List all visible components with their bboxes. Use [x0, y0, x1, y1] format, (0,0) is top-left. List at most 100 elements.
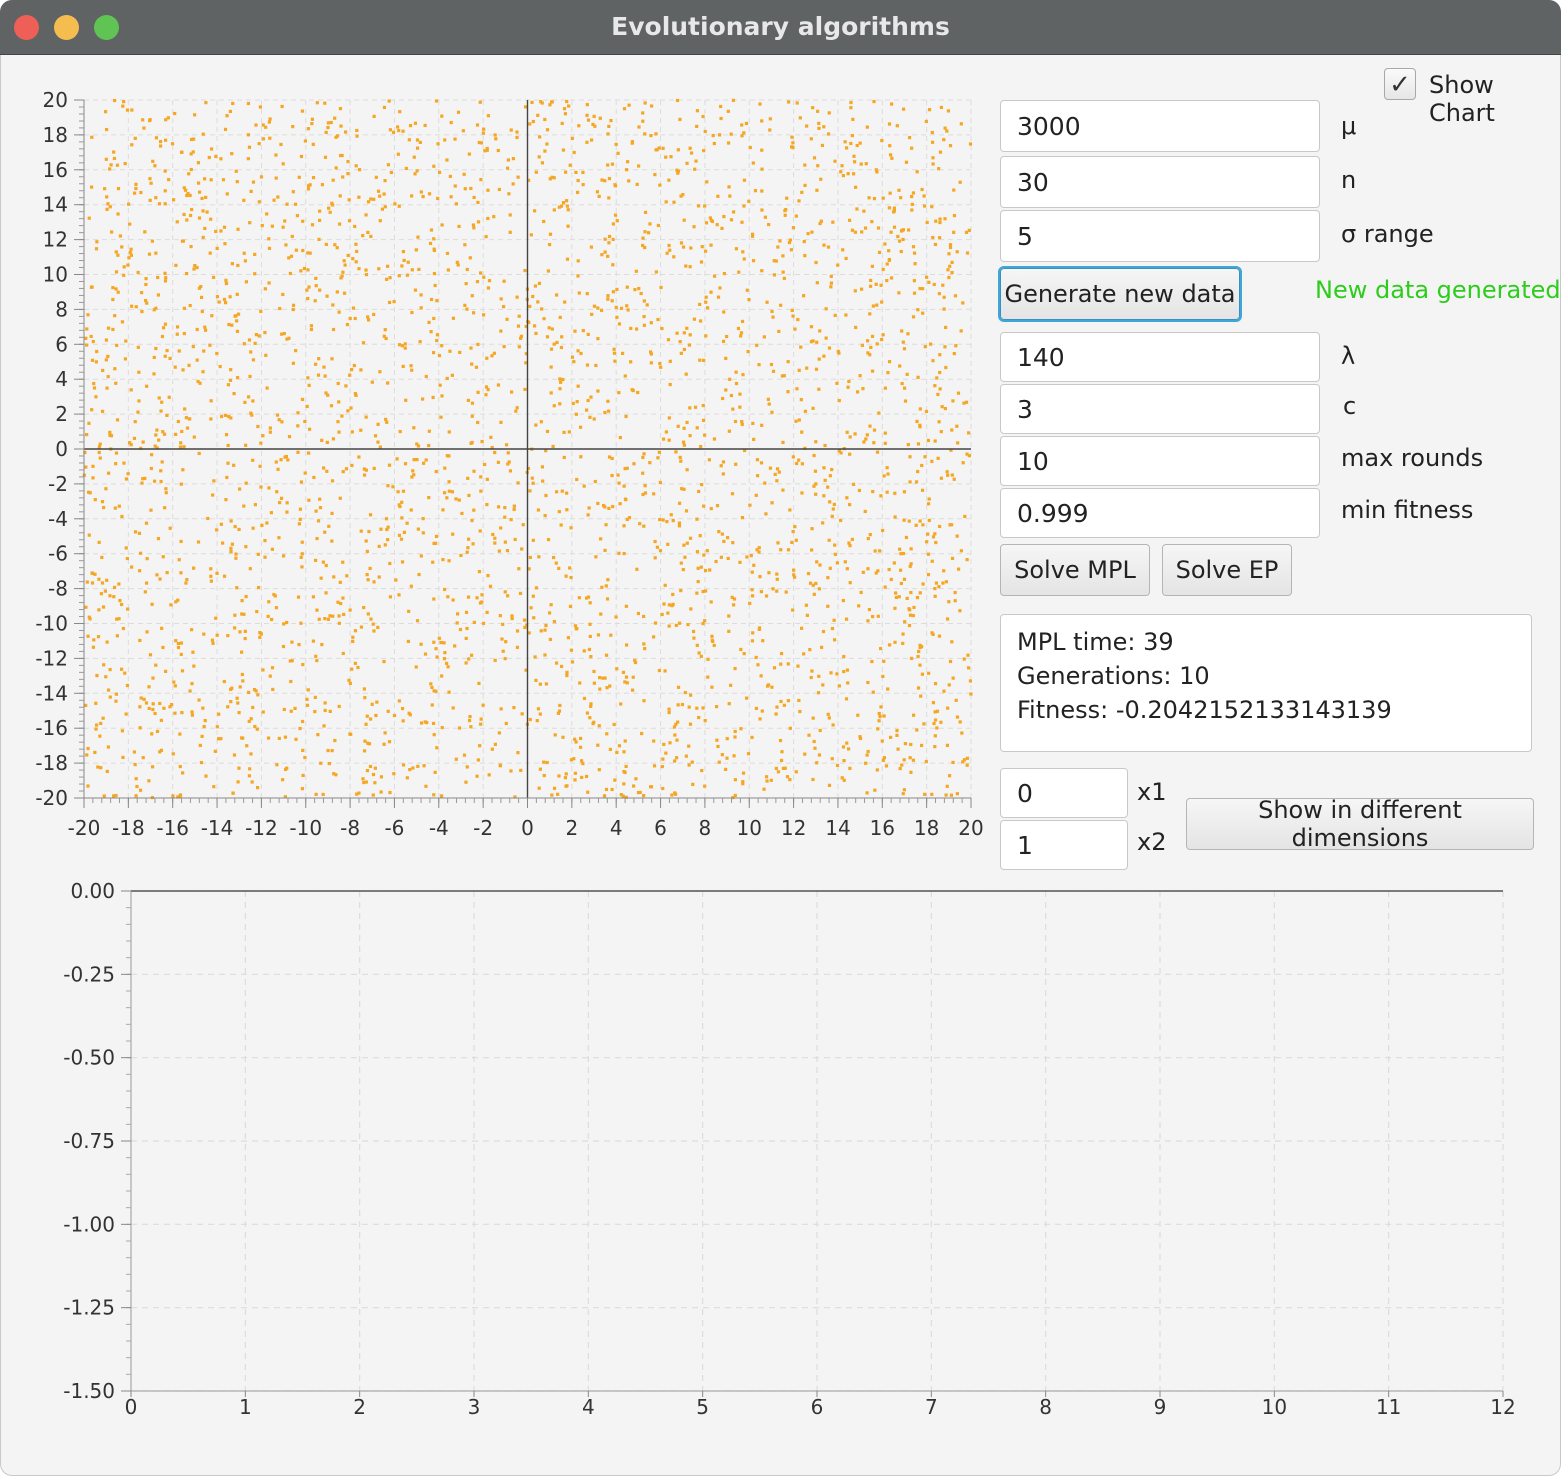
scatter-point [408, 713, 412, 717]
y-tick-label: -20 [35, 786, 68, 810]
scatter-point [776, 245, 780, 249]
min-fitness-input[interactable]: 0.999 [1000, 488, 1320, 538]
scatter-point [353, 392, 357, 396]
scatter-point [162, 432, 167, 436]
scatter-point [302, 266, 307, 271]
scatter-point [844, 256, 848, 261]
max-rounds-label: max rounds [1341, 444, 1484, 472]
scatter-point [371, 622, 375, 626]
scatter-point [348, 681, 352, 686]
scatter-point [913, 262, 917, 266]
scatter-point [409, 364, 413, 368]
scatter-point [379, 790, 383, 794]
scatter-point [289, 254, 294, 258]
scatter-point [656, 223, 661, 228]
x1-input[interactable]: 0 [1000, 768, 1128, 818]
scatter-point [531, 119, 535, 124]
scatter-point [348, 608, 352, 612]
scatter-point [440, 674, 444, 678]
scatter-point [396, 152, 400, 156]
scatter-point [546, 537, 551, 542]
scatter-point [108, 594, 112, 598]
scatter-point [330, 539, 334, 543]
scatter-point [475, 596, 479, 600]
scatter-point [851, 117, 855, 121]
scatter-point [622, 769, 626, 774]
scatter-point [432, 640, 436, 644]
scatter-point [253, 272, 257, 276]
scatter-point [937, 292, 941, 296]
scatter-point [268, 426, 272, 430]
scatter-point [464, 610, 469, 614]
scatter-point [846, 747, 851, 751]
scatter-point [597, 724, 601, 728]
scatter-point [249, 752, 253, 756]
scatter-point [946, 706, 950, 710]
scatter-point [927, 497, 931, 501]
scatter-point [147, 252, 152, 256]
generate-new-data-button[interactable]: Generate new data [1000, 268, 1240, 320]
scatter-point [907, 623, 912, 628]
scatter-point [432, 316, 436, 321]
scatter-point [925, 220, 929, 225]
sigma-range-input[interactable]: 5 [1000, 210, 1320, 262]
scatter-point [167, 395, 171, 399]
scatter-point [592, 720, 596, 724]
scatter-point [777, 470, 781, 474]
scatter-point [688, 434, 692, 438]
mu-input[interactable]: 3000 [1000, 100, 1320, 152]
scatter-point [918, 286, 922, 291]
scatter-point [225, 192, 229, 196]
scatter-point [572, 360, 576, 364]
scatter-point [595, 190, 600, 194]
scatter-point [445, 251, 450, 255]
scatter-point [440, 344, 444, 348]
solve-ep-button[interactable]: Solve EP [1162, 544, 1292, 596]
scatter-point [668, 359, 672, 363]
scatter-point [717, 760, 721, 764]
scatter-point [719, 464, 723, 468]
scatter-point [214, 616, 218, 620]
scatter-point [764, 512, 768, 516]
scatter-point [585, 408, 589, 412]
scatter-point [103, 187, 107, 191]
scatter-point [603, 410, 607, 415]
scatter-point [531, 538, 535, 542]
scatter-point [806, 571, 811, 576]
scatter-point [706, 675, 710, 679]
x2-input[interactable]: 1 [1000, 820, 1128, 870]
scatter-point [658, 183, 662, 187]
scatter-point [805, 613, 809, 617]
lambda-input[interactable]: 140 [1000, 332, 1320, 382]
scatter-point [364, 468, 368, 472]
n-input[interactable]: 30 [1000, 156, 1320, 208]
scatter-point [667, 243, 671, 248]
scatter-point [627, 179, 631, 183]
scatter-point [251, 180, 256, 184]
scatter-point [418, 140, 422, 144]
scatter-point [251, 526, 255, 530]
scatter-point [923, 345, 927, 349]
scatter-point [729, 132, 733, 136]
show-chart-checkbox[interactable]: ✓ [1384, 68, 1416, 100]
scatter-point [534, 170, 538, 174]
scatter-point [696, 579, 700, 584]
scatter-point [631, 688, 635, 692]
show-in-different-dimensions-button[interactable]: Show in different dimensions [1186, 796, 1534, 852]
scatter-point [528, 122, 532, 126]
scatter-point [510, 614, 514, 618]
scatter-point [776, 770, 781, 774]
results-text-area[interactable]: MPL time: 39 Generations: 10 Fitness: -0… [1000, 614, 1532, 752]
scatter-point [331, 178, 335, 182]
scatter-point [751, 421, 755, 426]
max-rounds-input[interactable]: 10 [1000, 436, 1320, 486]
scatter-point [354, 242, 358, 246]
c-input[interactable]: 3 [1000, 384, 1320, 434]
scatter-point [528, 304, 532, 309]
scatter-point [456, 110, 461, 114]
scatter-point [835, 561, 839, 565]
solve-mpl-button[interactable]: Solve MPL [1000, 544, 1150, 596]
scatter-point [378, 445, 382, 449]
scatter-point [548, 103, 552, 107]
scatter-point [577, 124, 581, 128]
